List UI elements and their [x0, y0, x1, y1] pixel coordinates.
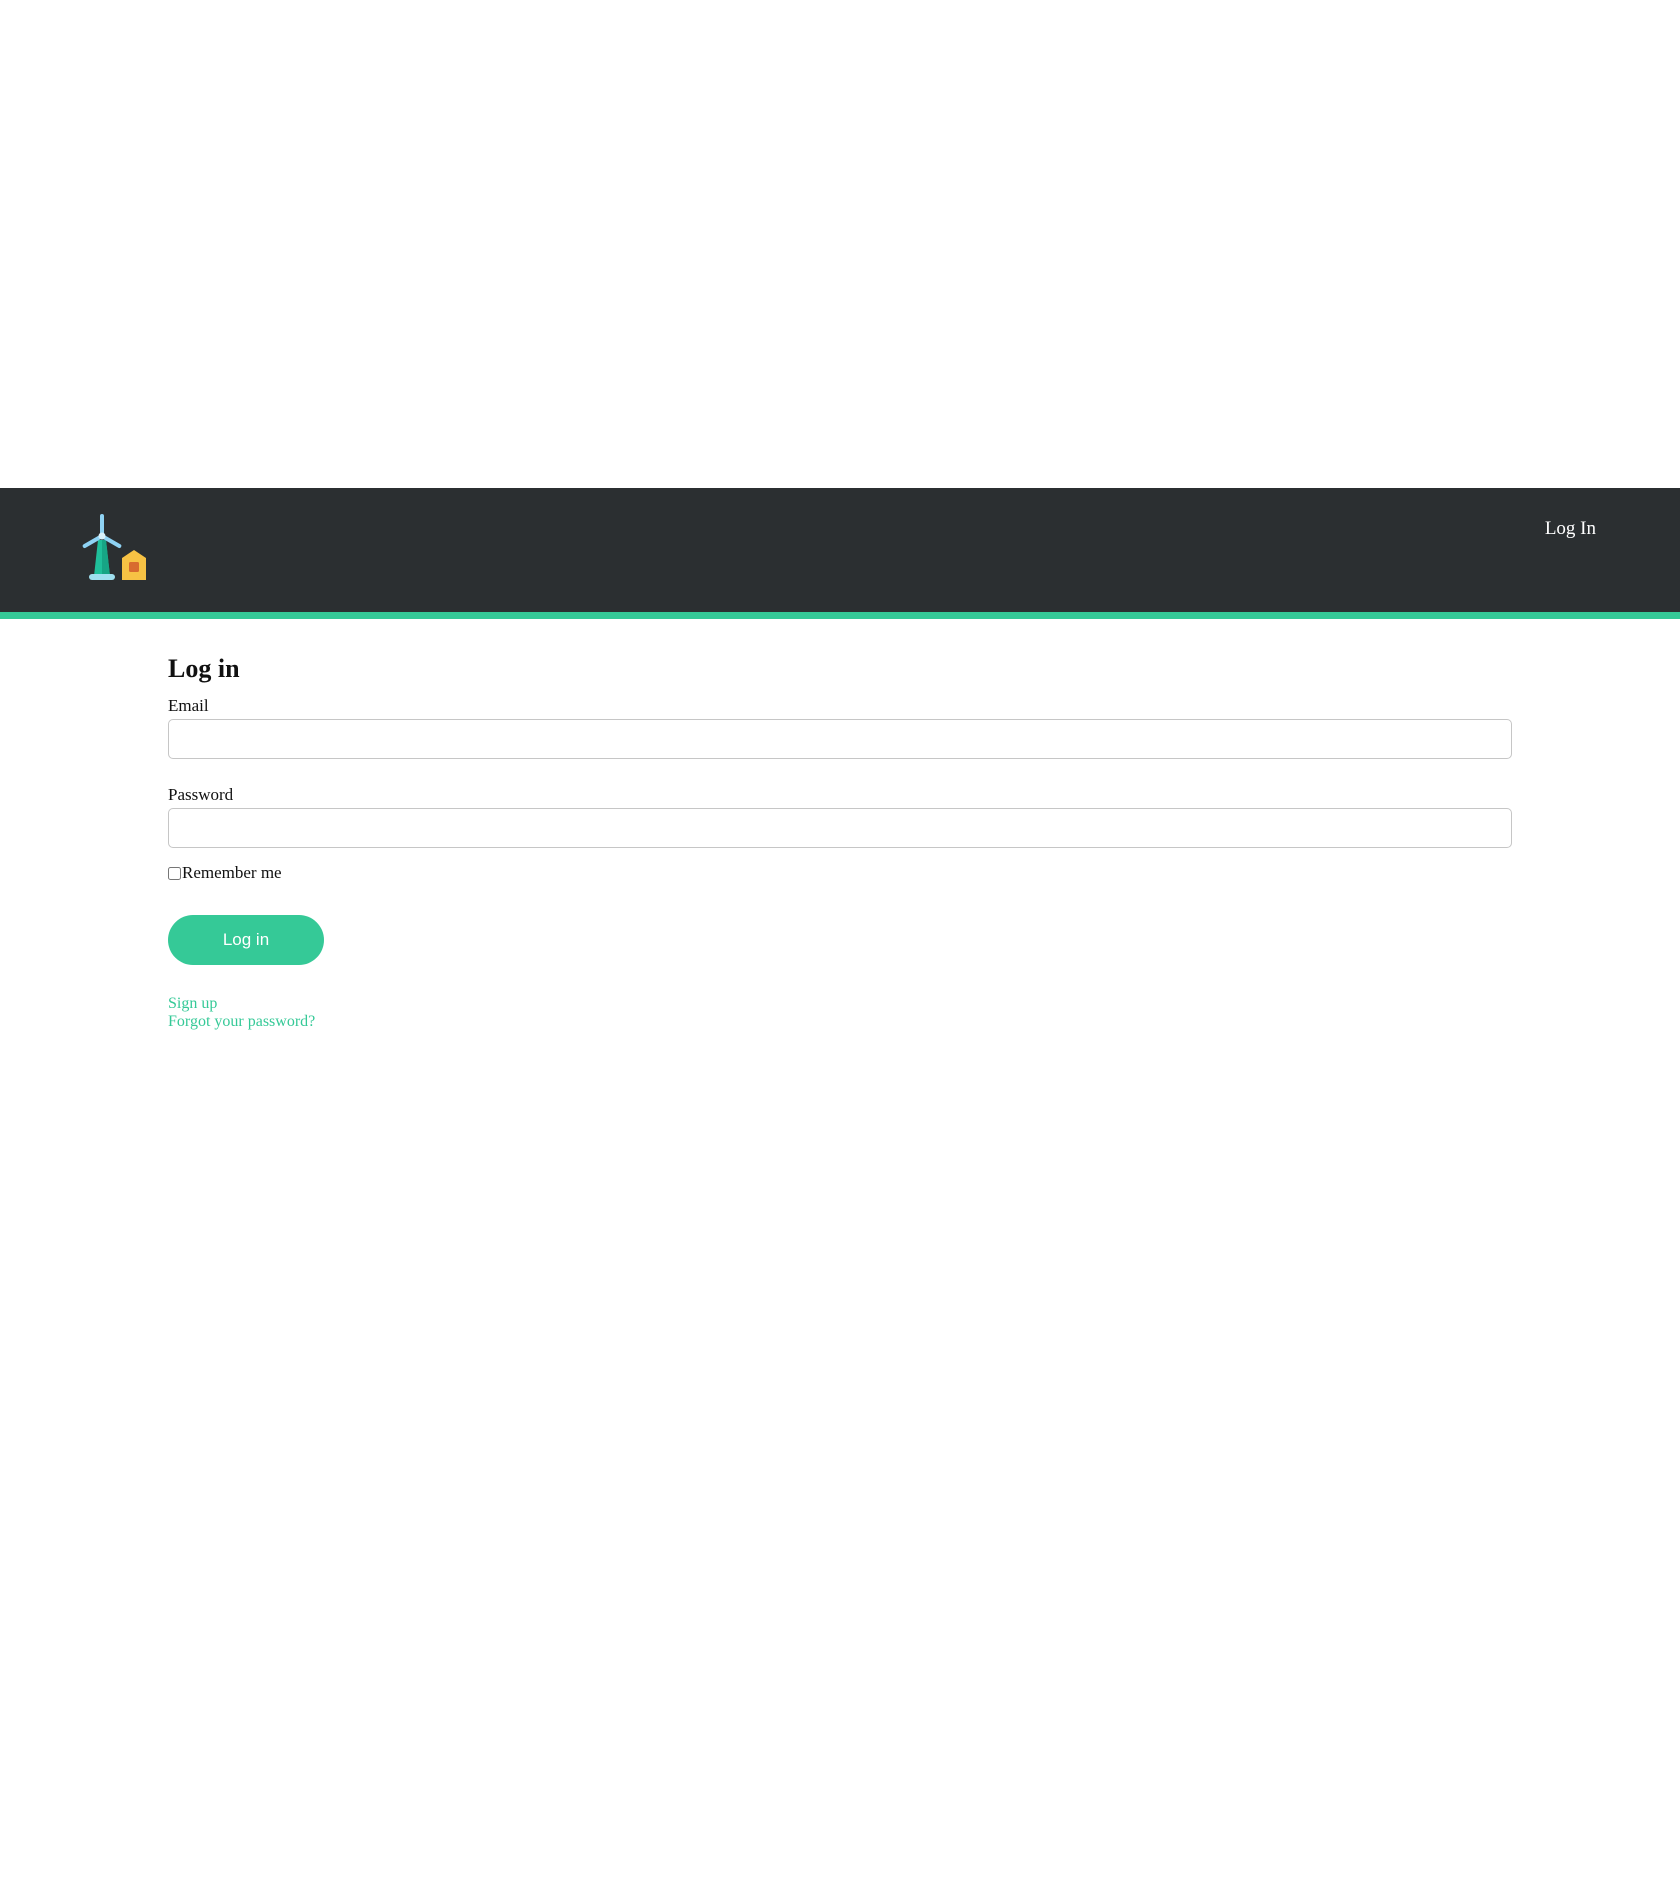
brand-logo[interactable]: [82, 514, 150, 582]
login-form-container: Log in Email Password Remember me Log in…: [168, 619, 1512, 1031]
remember-me-label[interactable]: Remember me: [182, 862, 282, 884]
email-label: Email: [168, 696, 209, 715]
password-label: Password: [168, 785, 234, 804]
forgot-password-link[interactable]: Forgot your password?: [168, 1013, 1512, 1031]
navbar: Log In: [0, 488, 1680, 619]
login-submit-button[interactable]: Log in: [168, 915, 324, 965]
email-input[interactable]: [168, 719, 1512, 759]
password-input[interactable]: [168, 808, 1512, 848]
wind-turbine-house-icon: [82, 514, 146, 580]
remember-me-row: Remember me: [168, 862, 1512, 884]
email-field-group: Email: [168, 694, 1512, 759]
sign-up-link[interactable]: Sign up: [168, 995, 1512, 1013]
remember-me-checkbox[interactable]: [168, 866, 181, 880]
nav-login-link[interactable]: Log In: [1545, 518, 1596, 540]
password-field-group: Password: [168, 783, 1512, 848]
auth-links: Sign up Forgot your password?: [168, 995, 1512, 1031]
page-title: Log in: [168, 654, 240, 683]
top-blank-area: [0, 0, 1680, 488]
